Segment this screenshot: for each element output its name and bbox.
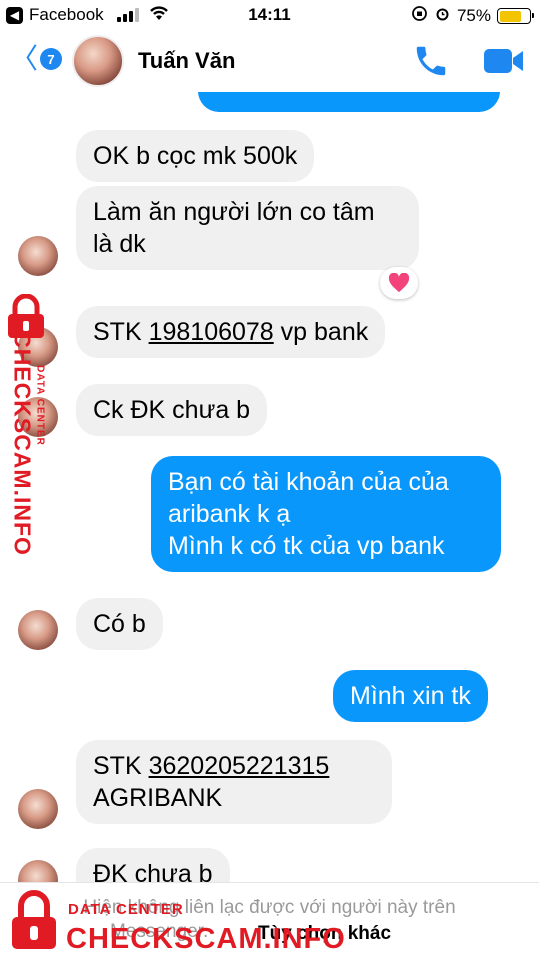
account-number-link[interactable]: 3620205221315 [149,752,330,780]
message-line: aribank k ạ [168,500,291,528]
battery-icon [497,8,534,24]
message-prefix: STK [93,752,149,780]
alarm-icon [434,5,451,27]
sender-avatar[interactable] [18,610,58,650]
message-bubble-incoming[interactable]: STK 198106078 vp bank [76,306,386,358]
message-bubble-outgoing[interactable]: Mình xin tk [333,670,488,722]
message-bubble-incoming[interactable]: OK b cọc mk 500k [76,130,315,182]
back-button[interactable]: 〈 7 [10,43,63,74]
message-line: AGRIBANK [93,784,223,812]
message-line: Mình k có tk của vp bank [168,532,445,560]
watermark-side: DATA CENTER CHECKSCAM.INFO [0,290,60,560]
message-bubble-incoming[interactable]: Làm ăn người lớn co tâm là dk [76,186,419,270]
watermark-small-text: DATA CENTER [68,901,184,918]
message-bubble-incoming[interactable]: Có b [76,598,163,650]
contact-name[interactable]: Tuấn Văn [138,48,235,74]
message-suffix: vp bank [273,318,369,346]
sender-avatar[interactable] [18,860,58,882]
video-call-icon[interactable] [483,46,525,81]
rotation-lock-icon [411,5,428,27]
message-bubble-incoming[interactable]: STK 3620205221315 AGRIBANK [76,740,392,824]
watermark-big-text: CHECKSCAM.INFO [9,331,36,556]
account-number-link[interactable]: 198106078 [149,318,274,346]
message-prefix: STK [93,318,149,346]
contact-avatar[interactable] [72,35,124,87]
phone-call-icon[interactable] [412,42,450,85]
message-bubble-outgoing[interactable] [198,92,500,112]
watermark-small-text: DATA CENTER [34,365,46,446]
message-line: Làm ăn người lớn co tâm [93,198,375,226]
watermark-big-text: CHECKSCAM.INFO [66,923,346,955]
message-line: Bạn có tài khoản của của [168,468,449,496]
footer-notice: Hiện không liên lạc được với người này t… [0,882,539,960]
chevron-left-icon: 〈 [10,43,39,74]
message-bubble-incoming[interactable]: Ck ĐK chưa b [76,384,268,436]
message-list[interactable]: OK b cọc mk 500k Làm ăn người lớn co tâm… [0,92,539,882]
status-bar: ◀ Facebook 14:11 75% [0,0,539,30]
message-bubble-incoming[interactable]: ĐK chưa b [76,848,230,882]
sender-avatar[interactable] [18,236,58,276]
conversation-header: 〈 7 Tuấn Văn [0,30,539,92]
battery-percent: 75% [456,6,491,25]
heart-reaction-icon[interactable] [380,267,418,299]
message-bubble-outgoing[interactable]: Bạn có tài khoản của của aribank k ạ Mìn… [151,456,501,572]
sender-avatar[interactable] [18,789,58,829]
lock-icon [12,890,56,949]
message-line: là dk [93,230,146,258]
unread-badge: 7 [40,48,63,70]
